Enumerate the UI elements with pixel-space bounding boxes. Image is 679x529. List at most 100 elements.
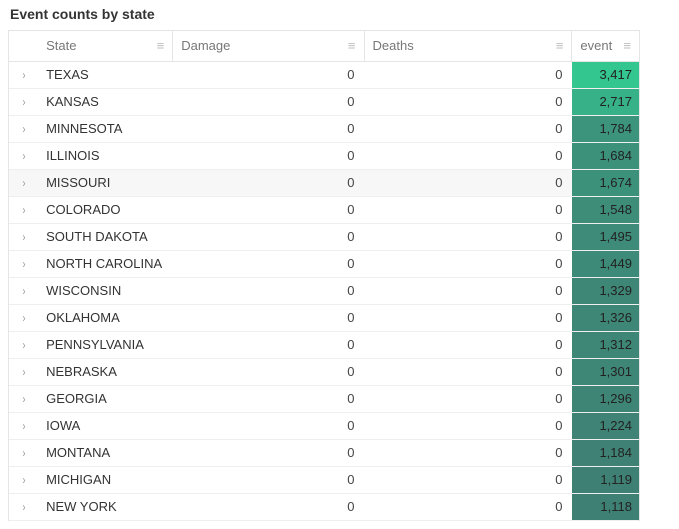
table-row[interactable]: ›KANSAS002,717 (9, 88, 639, 115)
cell-damage: 0 (173, 412, 364, 439)
expand-toggle[interactable]: › (9, 142, 38, 169)
cell-deaths: 0 (365, 439, 573, 466)
cell-state: OKLAHOMA (38, 304, 173, 331)
expand-toggle[interactable]: › (9, 88, 38, 115)
expand-toggle[interactable]: › (9, 250, 38, 277)
table-row[interactable]: ›COLORADO001,548 (9, 196, 639, 223)
expand-toggle[interactable]: › (9, 196, 38, 223)
table-row[interactable]: ›NEBRASKA001,301 (9, 358, 639, 385)
expand-toggle[interactable]: › (9, 169, 38, 196)
table-row[interactable]: ›OKLAHOMA001,326 (9, 304, 639, 331)
header-deaths-label: Deaths (373, 38, 556, 53)
cell-state: PENNSYLVANIA (38, 331, 173, 358)
cell-deaths: 0 (365, 385, 573, 412)
expand-toggle[interactable]: › (9, 466, 38, 493)
expand-toggle[interactable]: › (9, 223, 38, 250)
header-damage[interactable]: Damage ≡ (173, 31, 364, 61)
cell-damage: 0 (173, 304, 364, 331)
cell-damage: 0 (173, 169, 364, 196)
cell-event: 1,548 (572, 196, 639, 223)
expand-toggle[interactable]: › (9, 385, 38, 412)
cell-event: 1,296 (572, 385, 639, 412)
cell-event: 1,184 (572, 439, 639, 466)
cell-state: GEORGIA (38, 385, 173, 412)
cell-damage: 0 (173, 358, 364, 385)
cell-damage: 0 (173, 223, 364, 250)
cell-event: 1,329 (572, 277, 639, 304)
header-state[interactable]: State ≡ (38, 31, 173, 61)
cell-damage: 0 (173, 88, 364, 115)
cell-damage: 0 (173, 115, 364, 142)
cell-state: MONTANA (38, 439, 173, 466)
expand-toggle[interactable]: › (9, 304, 38, 331)
cell-event: 1,224 (572, 412, 639, 439)
table-row[interactable]: ›MICHIGAN001,119 (9, 466, 639, 493)
cell-state: MISSOURI (38, 169, 173, 196)
cell-event: 1,449 (572, 250, 639, 277)
cell-damage: 0 (173, 466, 364, 493)
table-row[interactable]: ›NEW YORK001,118 (9, 493, 639, 520)
cell-deaths: 0 (365, 277, 573, 304)
chevron-right-icon: › (22, 284, 25, 298)
menu-icon[interactable]: ≡ (348, 39, 356, 52)
header-expand (9, 31, 38, 61)
cell-deaths: 0 (365, 115, 573, 142)
expand-toggle[interactable]: › (9, 493, 38, 520)
cell-event: 3,417 (572, 61, 639, 88)
chevron-right-icon: › (22, 230, 25, 244)
cell-state: TEXAS (38, 61, 173, 88)
chevron-right-icon: › (22, 149, 25, 163)
cell-deaths: 0 (365, 61, 573, 88)
cell-deaths: 0 (365, 169, 573, 196)
cell-event: 1,312 (572, 331, 639, 358)
expand-toggle[interactable]: › (9, 115, 38, 142)
chevron-right-icon: › (22, 473, 25, 487)
cell-deaths: 0 (365, 331, 573, 358)
table-row[interactable]: ›GEORGIA001,296 (9, 385, 639, 412)
chevron-right-icon: › (22, 122, 25, 136)
expand-toggle[interactable]: › (9, 358, 38, 385)
chevron-right-icon: › (22, 500, 25, 514)
table-row[interactable]: ›MISSOURI001,674 (9, 169, 639, 196)
page-title: Event counts by state (8, 6, 671, 22)
cell-deaths: 0 (365, 196, 573, 223)
report-panel: Event counts by state State ≡ Damage (0, 0, 679, 529)
table-row[interactable]: ›ILLINOIS001,684 (9, 142, 639, 169)
cell-damage: 0 (173, 61, 364, 88)
expand-toggle[interactable]: › (9, 277, 38, 304)
cell-deaths: 0 (365, 493, 573, 520)
table-row[interactable]: ›TEXAS003,417 (9, 61, 639, 88)
chevron-right-icon: › (22, 446, 25, 460)
expand-toggle[interactable]: › (9, 331, 38, 358)
cell-deaths: 0 (365, 466, 573, 493)
header-damage-label: Damage (181, 38, 348, 53)
table-row[interactable]: ›NORTH CAROLINA001,449 (9, 250, 639, 277)
table-row[interactable]: ›MONTANA001,184 (9, 439, 639, 466)
cell-event: 1,118 (572, 493, 639, 520)
menu-icon[interactable]: ≡ (556, 39, 564, 52)
table-row[interactable]: ›WISCONSIN001,329 (9, 277, 639, 304)
table-row[interactable]: ›PENNSYLVANIA001,312 (9, 331, 639, 358)
header-event[interactable]: event ≡ (572, 31, 639, 61)
data-grid: State ≡ Damage ≡ Deaths ≡ (8, 30, 640, 521)
expand-toggle[interactable]: › (9, 439, 38, 466)
cell-state: MICHIGAN (38, 466, 173, 493)
cell-deaths: 0 (365, 412, 573, 439)
table-row[interactable]: ›IOWA001,224 (9, 412, 639, 439)
chevron-right-icon: › (22, 95, 25, 109)
cell-damage: 0 (173, 196, 364, 223)
table-row[interactable]: ›MINNESOTA001,784 (9, 115, 639, 142)
expand-toggle[interactable]: › (9, 412, 38, 439)
menu-icon[interactable]: ≡ (157, 39, 165, 52)
cell-state: NORTH CAROLINA (38, 250, 173, 277)
chevron-right-icon: › (22, 365, 25, 379)
chevron-right-icon: › (22, 203, 25, 217)
cell-event: 1,495 (572, 223, 639, 250)
expand-toggle[interactable]: › (9, 61, 38, 88)
cell-state: ILLINOIS (38, 142, 173, 169)
table-row[interactable]: ›SOUTH DAKOTA001,495 (9, 223, 639, 250)
header-deaths[interactable]: Deaths ≡ (365, 31, 573, 61)
chevron-right-icon: › (22, 257, 25, 271)
chevron-right-icon: › (22, 176, 25, 190)
menu-icon[interactable]: ≡ (623, 39, 631, 52)
